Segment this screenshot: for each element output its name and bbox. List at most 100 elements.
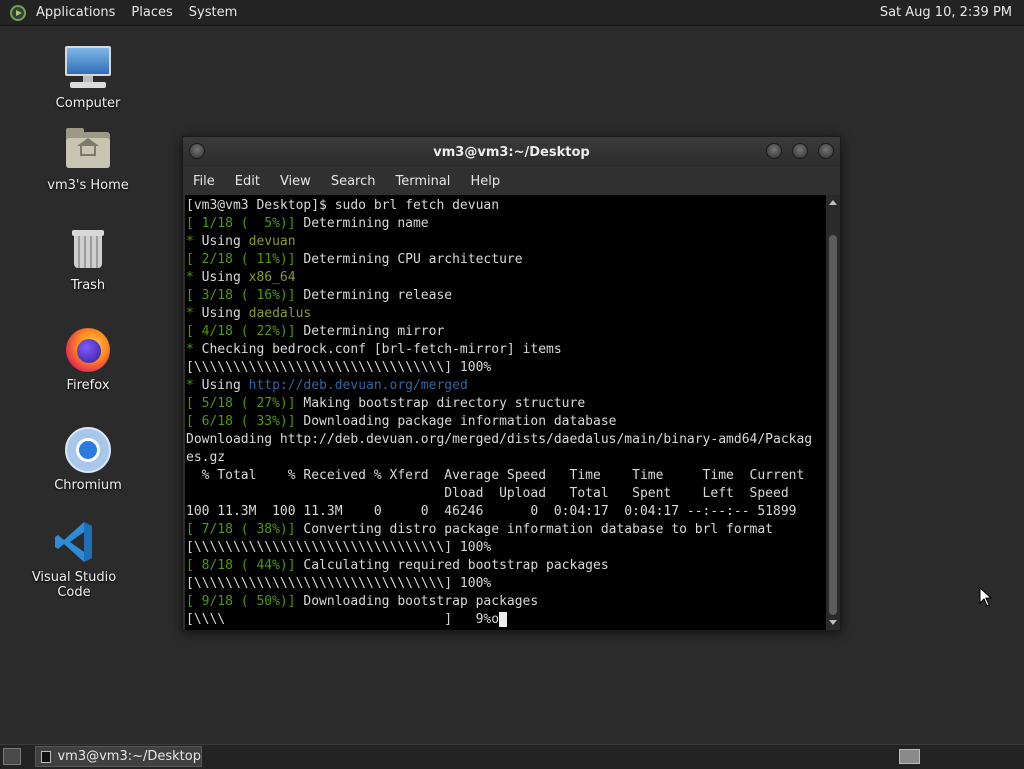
window-menu-button[interactable] [189, 143, 205, 159]
terminal-line: [ 5/18 ( 27%)] Making bootstrap director… [186, 395, 826, 413]
scroll-up-arrow-icon[interactable] [829, 200, 837, 205]
menu-search[interactable]: Search [321, 167, 386, 195]
terminal-icon [41, 750, 52, 763]
terminal-line: [ 6/18 ( 33%)] Downloading package infor… [186, 413, 826, 431]
maximize-button[interactable] [792, 143, 808, 159]
workspace-switcher[interactable] [899, 749, 920, 764]
terminal-line: [ 7/18 ( 38%)] Converting distro package… [186, 521, 826, 539]
desktop-icon-label: Computer [55, 96, 121, 111]
terminal-text: * [186, 234, 202, 249]
window-titlebar[interactable]: vm3@vm3:~/Desktop [183, 137, 840, 167]
terminal-text: Downloading http://deb.devuan.org/merged… [186, 432, 813, 447]
terminal-text: [\\\\\\\\\\\\\\\\\\\\\\\\\\\\\\\\] 100% [186, 576, 492, 591]
desktop-icon-label: Chromium [54, 478, 122, 493]
desktop-icon-vscode[interactable]: Visual Studio Code [14, 518, 134, 600]
terminal-text: [ 7/18 ( 38%)] [186, 522, 296, 537]
menu-terminal[interactable]: Terminal [385, 167, 460, 195]
menu-view[interactable]: View [270, 167, 321, 195]
terminal-line: Dload Upload Total Spent Left Speed [186, 485, 826, 503]
terminal-text: Determining release [295, 288, 453, 303]
terminal-line: [\\\\\\\\\\\\\\\\\\\\\\\\\\\\\\\\] 100% [186, 539, 826, 557]
terminal-line: [ 8/18 ( 44%)] Calculating required boot… [186, 557, 826, 575]
terminal-text: [ 6/18 ( 33%)] [186, 414, 296, 429]
desktop-icon-trash[interactable]: Trash [28, 226, 148, 293]
chromium-icon [64, 426, 112, 474]
terminal-text: Converting distro package information da… [295, 522, 774, 537]
terminal-text: Downloading package information database [295, 414, 617, 429]
terminal-text: x86_64 [248, 270, 296, 285]
bottom-panel: vm3@vm3:~/Desktop [0, 744, 1024, 769]
desktop-icon-label: Firefox [66, 378, 110, 393]
terminal-line: [ 4/18 ( 22%)] Determining mirror [186, 323, 826, 341]
terminal-text: Making bootstrap directory structure [295, 396, 586, 411]
terminal-text: [vm3@vm3 Desktop]$ sudo brl fetch devuan [186, 198, 500, 213]
menu-file[interactable]: File [183, 167, 225, 195]
desktop-icon-computer[interactable]: Computer [28, 44, 148, 111]
terminal-window: vm3@vm3:~/Desktop File Edit View Search … [182, 136, 841, 631]
mouse-pointer-icon [979, 587, 993, 607]
terminal-text: http://deb.devuan.org/merged [248, 378, 468, 393]
terminal-line: % Total % Received % Xferd Average Speed… [186, 467, 826, 485]
terminal-text: Determining mirror [295, 324, 445, 339]
desktop-icon-home[interactable]: vm3's Home [28, 126, 148, 193]
terminal-line: [\\\\\\\\\\\\\\\\\\\\\\\\\\\\\\\\] 100% [186, 575, 826, 593]
terminal-line: * Checking bedrock.conf [brl-fetch-mirro… [186, 341, 826, 359]
terminal-text: [\\\\ ] 9%o [186, 612, 500, 627]
clock[interactable]: Sat Aug 10, 2:39 PM [880, 0, 1012, 25]
terminal-text: [ 3/18 ( 16%)] [186, 288, 296, 303]
desktop-icon-label: Trash [70, 278, 106, 293]
trash-icon [64, 226, 112, 274]
show-desktop-icon[interactable] [3, 748, 21, 765]
terminal-line: es.gz [186, 449, 826, 467]
terminal-line: Downloading http://deb.devuan.org/merged… [186, 431, 826, 449]
terminal-text: * [186, 306, 202, 321]
terminal-text: [ 8/18 ( 44%)] [186, 558, 296, 573]
terminal-line: [ 9/18 ( 50%)] Downloading bootstrap pac… [186, 593, 826, 611]
terminal-text: Downloading bootstrap packages [295, 594, 539, 609]
terminal-text: Using [201, 378, 249, 393]
menu-places[interactable]: Places [123, 0, 180, 25]
terminal-menubar: File Edit View Search Terminal Help [183, 167, 840, 195]
desktop-icon-label: vm3's Home [47, 178, 129, 193]
terminal-text: Using [201, 306, 249, 321]
vscode-icon [50, 518, 98, 566]
terminal-cursor [499, 612, 507, 627]
window-title: vm3@vm3:~/Desktop [433, 144, 590, 160]
terminal-text: [ 4/18 ( 22%)] [186, 324, 296, 339]
terminal-text: [ 2/18 ( 11%)] [186, 252, 296, 267]
terminal-line: [ 3/18 ( 16%)] Determining release [186, 287, 826, 305]
terminal-text: Determining CPU architecture [295, 252, 523, 267]
terminal-text: Calculating required bootstrap packages [295, 558, 609, 573]
desktop-icon-chromium[interactable]: Chromium [28, 426, 148, 493]
terminal-output[interactable]: [vm3@vm3 Desktop]$ sudo brl fetch devuan… [185, 195, 826, 630]
terminal-text: * [186, 342, 202, 357]
computer-icon [64, 44, 112, 92]
terminal-text: * [186, 270, 202, 285]
top-panel: Applications Places System Sat Aug 10, 2… [0, 0, 1024, 26]
terminal-line: [vm3@vm3 Desktop]$ sudo brl fetch devuan [186, 197, 826, 215]
close-button[interactable] [818, 143, 834, 159]
terminal-text: [ 9/18 ( 50%)] [186, 594, 296, 609]
terminal-text: [\\\\\\\\\\\\\\\\\\\\\\\\\\\\\\\\] 100% [186, 360, 492, 375]
terminal-scrollbar[interactable] [826, 195, 840, 630]
terminal-text: [ 1/18 ( 5%)] [186, 216, 296, 231]
minimize-button[interactable] [766, 143, 782, 159]
firefox-icon [64, 326, 112, 374]
scroll-down-arrow-icon[interactable] [829, 620, 837, 625]
menu-system[interactable]: System [181, 0, 245, 25]
applications-logo-icon[interactable] [10, 4, 26, 21]
terminal-text: [\\\\\\\\\\\\\\\\\\\\\\\\\\\\\\\\] 100% [186, 540, 492, 555]
menu-help[interactable]: Help [460, 167, 510, 195]
terminal-line: * Using x86_64 [186, 269, 826, 287]
terminal-text: [ 5/18 ( 27%)] [186, 396, 296, 411]
scroll-thumb[interactable] [829, 235, 837, 615]
terminal-line: * Using devuan [186, 233, 826, 251]
desktop-icon-firefox[interactable]: Firefox [28, 326, 148, 393]
desktop-icon-label: Visual Studio Code [31, 570, 117, 600]
taskbar-window-button[interactable]: vm3@vm3:~/Desktop [35, 746, 202, 767]
terminal-line: * Using daedalus [186, 305, 826, 323]
terminal-line: 100 11.3M 100 11.3M 0 0 46246 0 0:04:17 … [186, 503, 826, 521]
menu-edit[interactable]: Edit [225, 167, 270, 195]
terminal-text: Using [201, 270, 249, 285]
menu-applications[interactable]: Applications [28, 0, 123, 25]
